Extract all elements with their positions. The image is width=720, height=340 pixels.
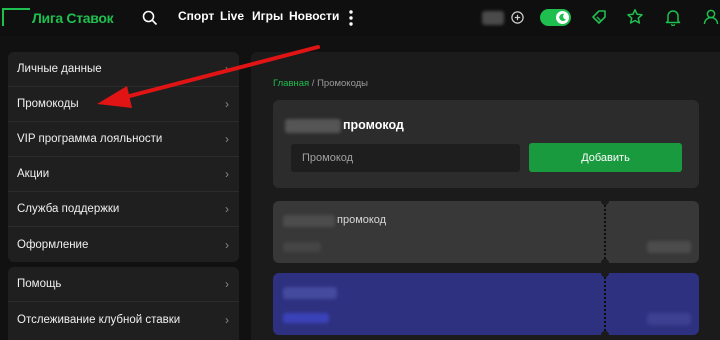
- annotation-arrow: [97, 45, 320, 108]
